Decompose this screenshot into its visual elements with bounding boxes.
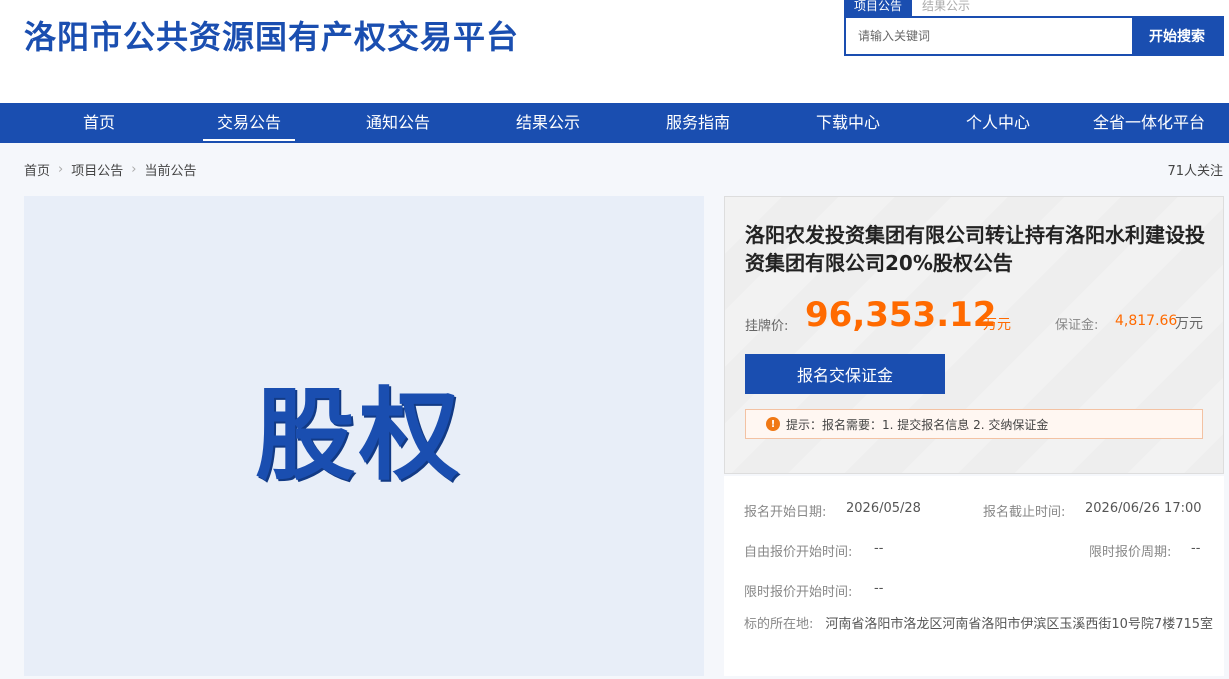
project-title: 洛阳农发投资集团有限公司转让持有洛阳水利建设投资集团有限公司20%股权公告 (745, 223, 1205, 275)
nav-item-home[interactable]: 首页 (64, 103, 134, 143)
timed-bid-period-value: -- (1191, 541, 1201, 556)
price-unit: 万元 (983, 317, 1011, 333)
site-title[interactable]: 洛阳市公共资源国有产权交易平台 (24, 12, 519, 58)
nav-item-trade-notice[interactable]: 交易公告 (203, 103, 295, 143)
search-box: 项目公告 结果公示 开始搜索 (844, 0, 1224, 56)
breadcrumb: 首页 › 项目公告 › 当前公告 (24, 160, 196, 179)
search-tab-project-notice[interactable]: 项目公告 (844, 0, 913, 16)
project-info-card: 洛阳农发投资集团有限公司转让持有洛阳水利建设投资集团有限公司20%股权公告 挂牌… (724, 196, 1224, 474)
signup-end-value: 2026/06/26 17:00 (1085, 501, 1202, 516)
location-row: 标的所在地: 河南省洛阳市洛龙区河南省洛阳市伊滨区玉溪西街10号院7楼715室 (744, 612, 1214, 638)
search-input[interactable] (846, 18, 1132, 54)
project-image-text: 股权 (255, 376, 463, 494)
tip-text: 提示：报名需要：1. 提交报名信息 2. 交纳保证金 (786, 417, 1049, 432)
search-row: 开始搜索 (844, 16, 1224, 56)
location-label: 标的所在地: (744, 617, 814, 632)
nav-item-notice[interactable]: 通知公告 (352, 103, 444, 143)
nav-item-service-guide[interactable]: 服务指南 (652, 103, 744, 143)
search-tabs: 项目公告 结果公示 (844, 0, 980, 16)
project-details: 报名开始日期: 2026/05/28 报名截止时间: 2026/06/26 17… (724, 476, 1224, 676)
timed-bid-period-label: 限时报价周期: (1089, 545, 1172, 560)
free-bid-start-label: 自由报价开始时间: (744, 545, 853, 560)
breadcrumb-project-notice[interactable]: 项目公告 (71, 160, 123, 179)
breadcrumb-current: 当前公告 (144, 164, 197, 179)
nav-item-result[interactable]: 结果公示 (502, 103, 594, 143)
apply-deposit-button[interactable]: 报名交保证金 (745, 354, 945, 394)
signup-end-label: 报名截止时间: (983, 505, 1066, 520)
free-bid-start-value: -- (874, 541, 884, 556)
search-tab-result-notice[interactable]: 结果公示 (912, 0, 980, 16)
project-image: 股权 (24, 196, 704, 676)
info-icon: ! (766, 417, 780, 431)
chevron-right-icon: › (58, 162, 64, 177)
nav-item-province-platform[interactable]: 全省一体化平台 (1088, 103, 1210, 143)
deposit-label: 保证金: (1055, 318, 1099, 333)
breadcrumb-home[interactable]: 首页 (24, 160, 50, 179)
chevron-right-icon: › (131, 162, 137, 177)
main-nav: 首页 交易公告 通知公告 结果公示 服务指南 下载中心 个人中心 全省一体化平台 (0, 103, 1229, 143)
price-value: 96,353.12 (805, 295, 997, 335)
site-header: 洛阳市公共资源国有产权交易平台 项目公告 结果公示 开始搜索 (0, 0, 1229, 103)
deposit-unit: 万元 (1175, 316, 1203, 332)
timed-bid-start-label: 限时报价开始时间: (744, 585, 853, 600)
signup-start-label: 报名开始日期: (744, 505, 827, 520)
signup-start-value: 2026/05/28 (846, 501, 921, 516)
deposit-value: 4,817.66 (1115, 313, 1178, 329)
nav-item-personal[interactable]: 个人中心 (952, 103, 1044, 143)
location-value: 河南省洛阳市洛龙区河南省洛阳市伊滨区玉溪西街10号院7楼715室 (825, 617, 1214, 632)
followers-count: 71人关注 (1167, 164, 1223, 179)
search-button[interactable]: 开始搜索 (1132, 18, 1222, 54)
nav-item-download[interactable]: 下载中心 (802, 103, 894, 143)
timed-bid-start-value: -- (874, 581, 884, 596)
tip-box: ! 提示：报名需要：1. 提交报名信息 2. 交纳保证金 (745, 409, 1203, 439)
price-label: 挂牌价: (745, 319, 789, 334)
